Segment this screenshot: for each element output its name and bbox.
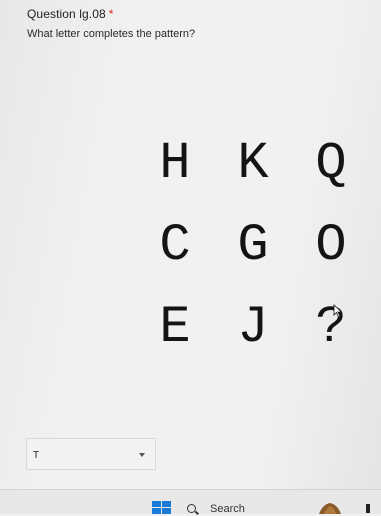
windows-logo-pane [152, 501, 161, 507]
windows-logo-pane [152, 508, 161, 514]
search-icon [187, 504, 196, 513]
chevron-down-icon[interactable] [139, 453, 145, 457]
pattern-letter: O [315, 216, 347, 275]
question-title: Question lg.08 * [27, 7, 114, 21]
pattern-letter: E [159, 298, 191, 357]
answer-selected-value: T [33, 450, 40, 461]
search-label: Search [210, 503, 245, 515]
question-prompt: What letter completes the pattern? [27, 28, 196, 40]
pattern-letter: K [237, 134, 269, 193]
answer-dropdown[interactable]: T [26, 438, 156, 470]
pattern-letter: C [159, 216, 191, 275]
pattern-letter: J [237, 298, 269, 357]
required-asterisk: * [108, 7, 114, 21]
taskbar: Search [0, 489, 381, 516]
taskbar-search[interactable]: Search [182, 496, 302, 516]
system-tray-icon[interactable] [366, 504, 370, 513]
question-title-text: Question lg.08 [27, 7, 106, 21]
pattern-missing-letter: ? [315, 298, 347, 357]
windows-logo-pane [162, 508, 171, 514]
pattern-letter: G [237, 216, 269, 275]
letter-pattern-grid: H K Q C G O E J ? [145, 138, 360, 363]
pattern-letter: H [159, 134, 191, 193]
windows-logo-pane [162, 501, 171, 507]
mouse-cursor-icon [333, 304, 343, 318]
pattern-letter: Q [315, 134, 347, 193]
